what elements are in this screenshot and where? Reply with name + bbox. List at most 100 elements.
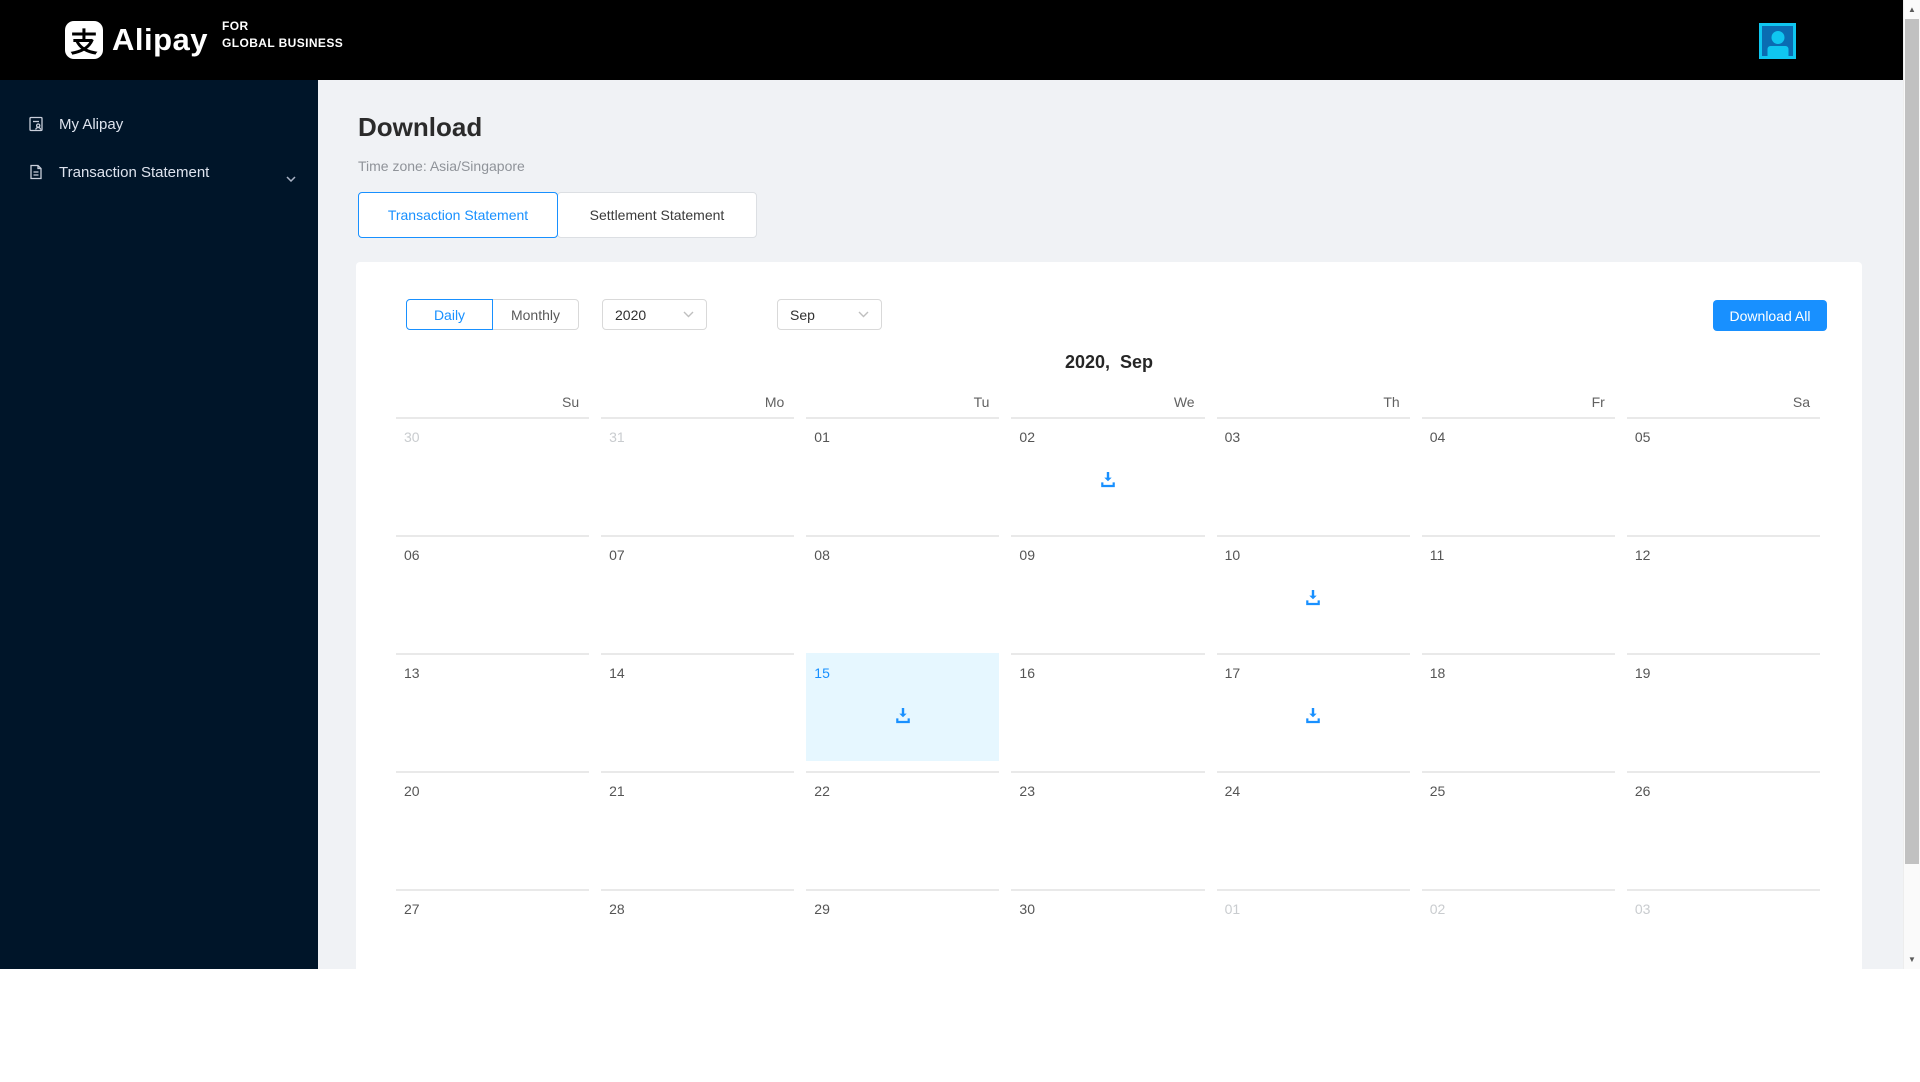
day-header-we: We bbox=[1173, 394, 1195, 410]
day-header-sa: Sa bbox=[1792, 394, 1810, 410]
calendar-cell-01[interactable]: 01 bbox=[806, 417, 1000, 525]
statement-tabs: Transaction Statement Settlement Statemen… bbox=[358, 192, 757, 238]
day-header-th: Th bbox=[1383, 394, 1400, 410]
calendar-grid: 30 31 01 02 03 04 05 06 07 08 09 10 11 12 13 14 15 16 17 18… bbox=[396, 417, 1820, 1007]
calendar-cell-13[interactable]: 13 bbox=[396, 653, 590, 761]
avatar-head-icon bbox=[1771, 31, 1784, 44]
calendar-cell-31[interactable]: 31 bbox=[601, 417, 795, 525]
chevron-down-icon bbox=[858, 311, 869, 318]
page-title: Download bbox=[358, 112, 483, 142]
user-avatar[interactable] bbox=[1759, 23, 1796, 59]
date-number: 30 bbox=[1019, 901, 1035, 917]
calendar-cell-06[interactable]: 06 bbox=[396, 535, 590, 643]
calendar-cell-23[interactable]: 23 bbox=[1011, 771, 1205, 879]
day-header-tu: Tu bbox=[973, 394, 990, 410]
calendar-cell-20[interactable]: 20 bbox=[396, 771, 590, 879]
year-select[interactable]: 2020 bbox=[602, 299, 707, 330]
download-icon[interactable] bbox=[1098, 469, 1118, 489]
timezone-label: Time zone: Asia/Singapore bbox=[358, 158, 525, 174]
calendar-cell-28[interactable]: 28 bbox=[601, 889, 795, 997]
date-number: 12 bbox=[1634, 547, 1651, 563]
month-select[interactable]: Sep bbox=[777, 299, 882, 330]
calendar-cell-02[interactable]: 02 bbox=[1011, 417, 1205, 525]
date-number: 30 bbox=[404, 429, 420, 445]
calendar-cell-29[interactable]: 29 bbox=[806, 889, 1000, 997]
calendar-cell-10[interactable]: 10 bbox=[1216, 535, 1410, 643]
calendar-cell-11[interactable]: 11 bbox=[1421, 535, 1615, 643]
date-number: 01 bbox=[1224, 901, 1241, 917]
date-number: 02 bbox=[1019, 429, 1035, 445]
download-icon[interactable] bbox=[1303, 587, 1323, 607]
date-number: 21 bbox=[609, 783, 625, 799]
brand-wordmark: Alipay bbox=[112, 22, 209, 57]
calendar-cell-22[interactable]: 22 bbox=[806, 771, 1000, 879]
calendar-cell-16[interactable]: 16 bbox=[1011, 653, 1205, 761]
sidebar-item-my-alipay[interactable]: My Alipay bbox=[0, 100, 318, 148]
avatar-body-icon bbox=[1767, 46, 1788, 56]
date-number: 29 bbox=[814, 901, 830, 917]
date-number: 04 bbox=[1429, 429, 1446, 445]
calendar-cell-30[interactable]: 30 bbox=[396, 417, 590, 525]
calendar-week-row: 30 31 01 02 03 04 05 bbox=[396, 417, 1820, 535]
date-number: 03 bbox=[1224, 429, 1241, 445]
calendar-cell-05[interactable]: 05 bbox=[1626, 417, 1820, 525]
calendar-cell-21[interactable]: 21 bbox=[601, 771, 795, 879]
calendar-cell-12[interactable]: 12 bbox=[1626, 535, 1820, 643]
calendar-cell-17[interactable]: 17 bbox=[1216, 653, 1410, 761]
date-number: 07 bbox=[609, 547, 625, 563]
brand-suffix-line2: GLOBAL BUSINESS bbox=[222, 36, 344, 50]
calendar-cell-04[interactable]: 04 bbox=[1421, 417, 1615, 525]
download-icon[interactable] bbox=[893, 705, 913, 725]
sidebar-item-transaction-statement[interactable]: Transaction Statement bbox=[0, 148, 318, 196]
calendar-week-row: 13 14 15 16 17 18 19 bbox=[396, 653, 1820, 771]
sidebar-item-label: Transaction Statement bbox=[59, 163, 210, 181]
chevron-down-icon bbox=[286, 169, 296, 186]
calendar-cell-14[interactable]: 14 bbox=[601, 653, 795, 761]
download-icon[interactable] bbox=[1303, 705, 1323, 725]
date-number: 06 bbox=[404, 547, 420, 563]
date-number: 10 bbox=[1224, 547, 1241, 563]
tab-settlement-statement[interactable]: Settlement Statement bbox=[557, 192, 757, 238]
sidebar: My Alipay Transaction Statement bbox=[0, 80, 318, 969]
calendar-cell-08[interactable]: 08 bbox=[806, 535, 1000, 643]
download-all-button[interactable]: Download All bbox=[1713, 300, 1827, 331]
scroll-down-arrow-icon[interactable]: ▼ bbox=[1904, 951, 1920, 968]
calendar-cell-03[interactable]: 03 bbox=[1216, 417, 1410, 525]
scrollbar-thumb[interactable] bbox=[1905, 19, 1919, 864]
date-number: 23 bbox=[1019, 783, 1035, 799]
date-number: 27 bbox=[404, 901, 420, 917]
calendar-cell-09[interactable]: 09 bbox=[1011, 535, 1205, 643]
date-number: 17 bbox=[1224, 665, 1241, 681]
calendar-cell-26[interactable]: 26 bbox=[1626, 771, 1820, 879]
main-content: Download Time zone: Asia/Singapore Trans… bbox=[318, 80, 1903, 1082]
monthly-toggle-button[interactable]: Monthly bbox=[492, 299, 579, 330]
calendar-cell-19[interactable]: 19 bbox=[1626, 653, 1820, 761]
calendar-week-row: 06 07 08 09 10 11 12 bbox=[396, 535, 1820, 653]
daily-toggle-button[interactable]: Daily bbox=[406, 299, 493, 330]
calendar-cell-27[interactable]: 27 bbox=[396, 889, 590, 997]
year-select-value: 2020 bbox=[615, 306, 647, 323]
month-select-value: Sep bbox=[790, 306, 815, 323]
date-number: 13 bbox=[404, 665, 420, 681]
calendar: Su Mo Tu We Th Fr Sa 30 31 01 02 03 04 05 06 07 08 09 10 1… bbox=[396, 394, 1820, 1007]
date-number: 25 bbox=[1429, 783, 1446, 799]
date-number: 22 bbox=[814, 783, 830, 799]
id-card-icon bbox=[27, 115, 45, 133]
calendar-cell-07[interactable]: 07 bbox=[601, 535, 795, 643]
date-number: 16 bbox=[1019, 665, 1035, 681]
sidebar-item-label: My Alipay bbox=[59, 115, 124, 133]
calendar-cell-30[interactable]: 30 bbox=[1011, 889, 1205, 997]
scroll-up-arrow-icon[interactable]: ▲ bbox=[1904, 1, 1920, 18]
tab-transaction-statement[interactable]: Transaction Statement bbox=[358, 192, 558, 238]
chevron-down-icon bbox=[683, 311, 694, 318]
calendar-cell-24[interactable]: 24 bbox=[1216, 771, 1410, 879]
date-number: 11 bbox=[1429, 547, 1445, 563]
vertical-scrollbar[interactable]: ▲ ▼ bbox=[1903, 0, 1920, 969]
calendar-cell-01[interactable]: 01 bbox=[1216, 889, 1410, 997]
calendar-cell-25[interactable]: 25 bbox=[1421, 771, 1615, 879]
calendar-cell-15[interactable]: 15 bbox=[806, 653, 1000, 761]
calendar-cell-03[interactable]: 03 bbox=[1626, 889, 1820, 997]
calendar-cell-18[interactable]: 18 bbox=[1421, 653, 1615, 761]
date-number: 15 bbox=[814, 665, 830, 681]
calendar-cell-02[interactable]: 02 bbox=[1421, 889, 1615, 997]
